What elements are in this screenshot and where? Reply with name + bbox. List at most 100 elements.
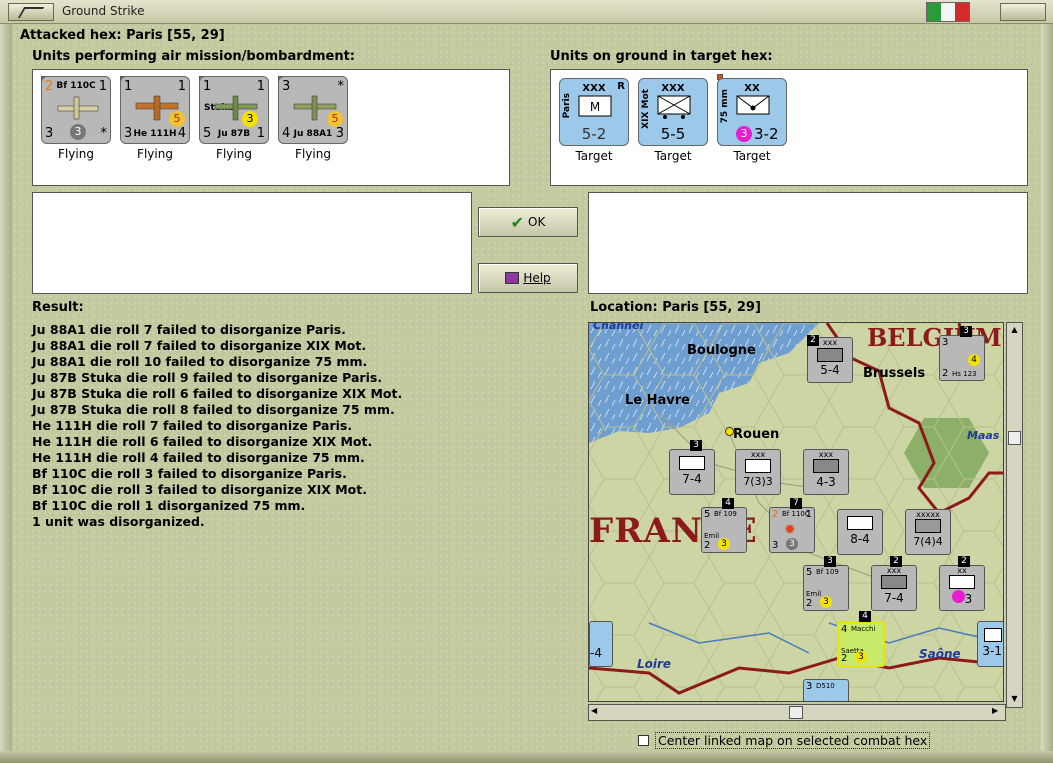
map-counter[interactable]: xxx 4-3 <box>803 449 849 495</box>
counter-bottom-left: 4 <box>282 126 291 141</box>
counter-bottom-left: 3 <box>124 126 133 141</box>
unit-status: Target <box>654 149 692 163</box>
air-unit-ju87b[interactable]: 1 1 Stuka Ju 87B 5 3 1 Flying <box>197 76 271 161</box>
counter-badge: 3 <box>242 111 258 127</box>
map-counter[interactable]: xxx 7(3)3 <box>735 449 781 495</box>
scroll-down-icon[interactable]: ▼ <box>1009 694 1020 705</box>
aircraft-name: Hs 123 <box>952 370 977 378</box>
militia-symbol-icon: M <box>578 95 612 117</box>
scroll-left-icon[interactable]: ◀ <box>591 706 602 719</box>
unit-status: Flying <box>216 147 252 161</box>
aircraft-name: Bf 109 <box>714 510 737 518</box>
counter-top-right: 1 <box>805 509 812 520</box>
map-counter[interactable]: 3-1 <box>977 621 1003 667</box>
ground-unit-75mm[interactable]: XX 75 mm 3 3-2 Target <box>715 74 789 163</box>
counter-bottom-left: 5 <box>203 126 212 141</box>
air-unit-bf110c[interactable]: 2 Bf 110C 1 3 3 * Flying <box>39 76 113 161</box>
window-title: Ground Strike <box>62 4 145 18</box>
artillery-symbol-icon <box>736 95 770 115</box>
map-air-counter[interactable]: 3 D510 <box>803 679 849 701</box>
map-counter[interactable]: -4 <box>589 621 613 667</box>
air-unit-he111h[interactable]: 1 1 He 111H 3 5 4 Flying <box>118 76 192 161</box>
location-map[interactable]: Channel BELGIUM Boulogne Brussels Le Hav… <box>588 322 1004 702</box>
frame-right <box>1041 24 1053 751</box>
ground-units-panel: XXX R Paris M 5-2 Target XXX XIX Mot 5-5… <box>550 69 1028 186</box>
aircraft-icon <box>57 96 99 120</box>
unit-counter: XX 75 mm 3 3-2 <box>717 78 787 146</box>
unit-flag: R <box>617 81 625 92</box>
ground-unit-paris[interactable]: XXX R Paris M 5-2 Target <box>557 78 631 163</box>
map-counter[interactable]: 2 xx 3 <box>939 556 985 611</box>
attacked-hex-label: Attacked hex: Paris [55, 29] <box>20 28 225 43</box>
scroll-right-icon[interactable]: ▶ <box>992 706 1003 719</box>
aircraft-subname: Emil <box>704 532 720 540</box>
air-unit-ju88a1[interactable]: 3 * Ju 88A1 4 5 3 Flying <box>276 76 350 161</box>
result-line: 1 unit was disorganized. <box>32 514 205 529</box>
counter-top-right: * <box>337 79 345 94</box>
counter-badge: 3 <box>736 126 752 142</box>
defender-log-panel <box>588 192 1028 294</box>
frame-bottom <box>0 751 1053 763</box>
counter-size: xxx <box>818 450 834 459</box>
militia-symbol-icon <box>813 459 839 473</box>
result-line: Bf 110C die roll 3 failed to disorganize… <box>32 466 347 481</box>
dialog-body: Attacked hex: Paris [55, 29] Units perfo… <box>12 24 1041 751</box>
stack-number: 2 <box>890 556 902 567</box>
result-line: He 111H die roll 7 failed to disorganize… <box>32 418 353 433</box>
unit-counter: 1 1 Stuka Ju 87B 5 3 1 <box>199 76 269 144</box>
map-label-le-havre: Le Havre <box>625 393 690 408</box>
vertical-scroll-thumb[interactable] <box>1008 431 1021 445</box>
infantry-symbol-icon <box>984 628 1002 642</box>
counter-size: xx <box>957 566 967 575</box>
ground-unit-xix-mot[interactable]: XXX XIX Mot 5-5 Target <box>636 78 710 163</box>
map-counter[interactable]: xxxxx 7(4)4 <box>905 509 951 555</box>
map-air-counter[interactable]: 3 3 2 Hs 123 4 <box>939 326 985 381</box>
counter-top-right: 1 <box>256 79 265 94</box>
infantry-symbol-icon <box>881 575 907 589</box>
air-units-label: Units performing air mission/bombardment… <box>32 49 356 64</box>
horizontal-scroll-thumb[interactable] <box>789 706 803 719</box>
map-air-counter-selected[interactable]: 4 4 Macchi Saetta 2 3 <box>837 611 885 667</box>
nation-flag-icon <box>926 2 970 22</box>
unit-status: Flying <box>295 147 331 161</box>
counter-top-left: 1 <box>203 79 212 94</box>
counter-top-left: 5 <box>704 509 711 520</box>
aircraft-subname: Emil <box>806 590 822 598</box>
frame-left <box>0 24 12 751</box>
unit-counter: 1 1 He 111H 3 5 4 <box>120 76 190 144</box>
map-counter[interactable]: 3 7-4 <box>669 440 715 495</box>
counter-badge: 3 <box>70 124 86 140</box>
ground-units-label: Units on ground in target hex: <box>550 49 773 64</box>
unit-status: Flying <box>137 147 173 161</box>
map-vertical-scrollbar[interactable]: ▲ ▼ <box>1006 322 1023 708</box>
help-book-icon <box>505 272 520 284</box>
result-line: Bf 110C die roll 3 failed to disorganize… <box>32 482 367 497</box>
aircraft-name: Macchi <box>851 625 876 633</box>
location-label: Location: Paris [55, 29] <box>590 300 761 315</box>
ok-button[interactable]: ✔ OK <box>478 207 578 237</box>
counter-bottom-left: 3 <box>45 126 54 141</box>
map-air-counter[interactable]: 3 5 Bf 109 Emil 2 3 <box>803 556 849 611</box>
artillery-symbol-icon <box>949 575 975 589</box>
scroll-up-icon[interactable]: ▲ <box>1009 325 1020 336</box>
result-line: Ju 88A1 die roll 7 failed to disorganize… <box>32 338 367 353</box>
center-map-checkbox[interactable] <box>638 735 649 746</box>
map-label-brussels: Brussels <box>863 366 926 381</box>
stack-number: 3 <box>960 326 972 337</box>
aircraft-name: D510 <box>816 682 835 690</box>
map-counter[interactable]: 8-4 <box>837 509 883 555</box>
stack-number: 2 <box>958 556 970 567</box>
map-counter[interactable]: 2 xxx 7-4 <box>871 556 917 611</box>
system-menu-button[interactable] <box>8 3 54 21</box>
close-button[interactable] <box>1000 3 1046 21</box>
map-horizontal-scrollbar[interactable]: ◀ ▶ <box>588 704 1006 721</box>
map-label-saone: Saône <box>919 647 961 661</box>
map-air-counter[interactable]: 7 2 Bf 110C 1 ✹ 3 3 <box>769 498 815 553</box>
aircraft-name: Bf 109 <box>816 568 839 576</box>
map-air-counter[interactable]: 4 5 Bf 109 Emil 2 3 <box>701 498 747 553</box>
center-map-option[interactable]: Center linked map on selected combat hex <box>638 732 931 749</box>
map-counter[interactable]: 2 xxx 5-4 <box>807 335 853 383</box>
unit-counter: 3 * Ju 88A1 4 5 3 <box>278 76 348 144</box>
help-button[interactable]: Help <box>478 263 578 293</box>
map-label-maas: Maas <box>967 429 1000 442</box>
